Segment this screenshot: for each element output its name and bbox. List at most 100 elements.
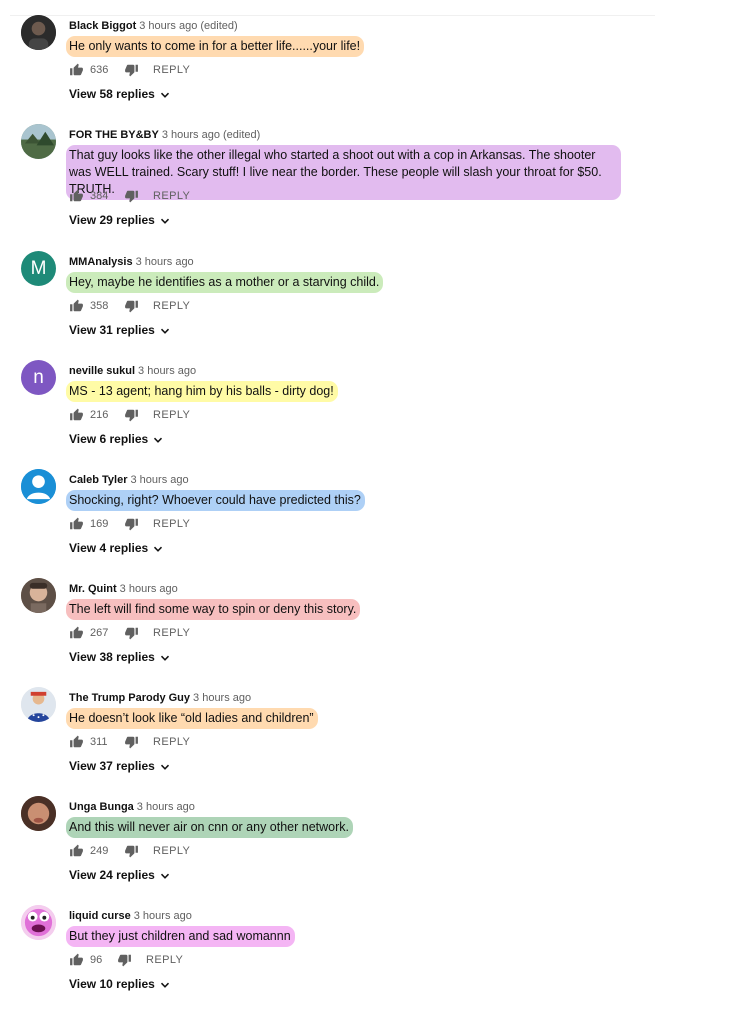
- comment-timestamp[interactable]: 3 hours ago (edited): [139, 20, 237, 32]
- comment-author[interactable]: Black Biggot: [69, 20, 136, 32]
- thumbs-up-icon[interactable]: [69, 735, 84, 749]
- comment-actions: 169 REPLY: [69, 516, 190, 532]
- avatar[interactable]: [21, 796, 56, 831]
- thumbs-down-icon[interactable]: [124, 735, 139, 749]
- chevron-down-icon: [160, 215, 170, 225]
- view-replies-button[interactable]: View 31 replies: [69, 323, 170, 337]
- thumbs-up-icon[interactable]: [69, 299, 84, 313]
- comment-text: He only wants to come in for a better li…: [66, 36, 365, 57]
- reply-button[interactable]: REPLY: [153, 190, 190, 202]
- comment-timestamp[interactable]: 3 hours ago: [120, 583, 178, 595]
- comment-timestamp[interactable]: 3 hours ago (edited): [162, 129, 260, 141]
- like-count: 358: [90, 300, 109, 312]
- reply-button[interactable]: REPLY: [146, 954, 183, 966]
- reply-button[interactable]: REPLY: [153, 627, 190, 639]
- avatar[interactable]: n: [21, 360, 56, 395]
- view-replies-button[interactable]: View 4 replies: [69, 541, 163, 555]
- like-count: 249: [90, 845, 109, 857]
- thumbs-up-icon[interactable]: [69, 953, 84, 967]
- thumbs-up-icon[interactable]: [69, 408, 84, 422]
- view-replies-label: View 58 replies: [69, 87, 155, 101]
- comment-actions: 267 REPLY: [69, 625, 190, 641]
- view-replies-label: View 31 replies: [69, 323, 155, 337]
- comment-text: Shocking, right? Whoever could have pred…: [66, 490, 365, 511]
- thumbs-up-icon[interactable]: [69, 189, 84, 203]
- view-replies-button[interactable]: View 38 replies: [69, 650, 170, 664]
- comment-actions: 96 REPLY: [69, 952, 183, 968]
- comment-author[interactable]: Caleb Tyler: [69, 474, 128, 486]
- top-divider: [10, 15, 655, 16]
- view-replies-label: View 4 replies: [69, 541, 149, 555]
- comment-actions: 311 REPLY: [69, 734, 190, 750]
- chevron-down-icon: [160, 979, 170, 989]
- comment-timestamp[interactable]: 3 hours ago: [136, 256, 194, 268]
- avatar[interactable]: [21, 469, 56, 504]
- thumbs-down-icon[interactable]: [124, 189, 139, 203]
- thumbs-down-icon[interactable]: [124, 626, 139, 640]
- thumbs-down-icon[interactable]: [124, 299, 139, 313]
- comment-timestamp[interactable]: 3 hours ago: [131, 474, 189, 486]
- thumbs-up-icon[interactable]: [69, 63, 84, 77]
- thumbs-up-icon[interactable]: [69, 844, 84, 858]
- thumbs-down-icon[interactable]: [124, 844, 139, 858]
- thumbs-up-icon[interactable]: [69, 517, 84, 531]
- chevron-down-icon: [153, 543, 163, 553]
- comment-actions: 216 REPLY: [69, 407, 190, 423]
- comment-author[interactable]: Unga Bunga: [69, 801, 134, 813]
- comment-author[interactable]: MMAnalysis: [69, 256, 133, 268]
- comment-text: But they just children and sad womannn: [66, 926, 295, 947]
- reply-button[interactable]: REPLY: [153, 409, 190, 421]
- reply-button[interactable]: REPLY: [153, 736, 190, 748]
- comment-author[interactable]: neville sukul: [69, 365, 135, 377]
- comment: The Trump Parody Guy 3 hours ago He doesn…: [0, 687, 735, 802]
- chevron-down-icon: [160, 652, 170, 662]
- reply-button[interactable]: REPLY: [153, 300, 190, 312]
- reply-button[interactable]: REPLY: [153, 64, 190, 76]
- view-replies-button[interactable]: View 6 replies: [69, 432, 163, 446]
- comment-timestamp[interactable]: 3 hours ago: [193, 692, 251, 704]
- thumbs-down-icon[interactable]: [117, 953, 132, 967]
- view-replies-button[interactable]: View 10 replies: [69, 977, 170, 991]
- comment-author[interactable]: liquid curse: [69, 910, 131, 922]
- like-count: 384: [90, 190, 109, 202]
- avatar[interactable]: [21, 687, 56, 722]
- reply-button[interactable]: REPLY: [153, 845, 190, 857]
- like-count: 311: [90, 736, 108, 748]
- avatar[interactable]: [21, 578, 56, 613]
- avatar[interactable]: [21, 124, 56, 159]
- comment-text: He doesn’t look like “old ladies and chi…: [66, 708, 318, 729]
- comment-actions: 636 REPLY: [69, 62, 190, 78]
- reply-button[interactable]: REPLY: [153, 518, 190, 530]
- comment-actions: 384 REPLY: [69, 188, 190, 204]
- view-replies-button[interactable]: View 58 replies: [69, 87, 170, 101]
- chevron-down-icon: [160, 761, 170, 771]
- comment: Mr. Quint 3 hours ago The left will find …: [0, 578, 735, 693]
- view-replies-button[interactable]: View 24 replies: [69, 868, 170, 882]
- thumbs-down-icon[interactable]: [124, 517, 139, 531]
- thumbs-down-icon[interactable]: [124, 63, 139, 77]
- avatar[interactable]: M: [21, 251, 56, 286]
- thumbs-up-icon[interactable]: [69, 626, 84, 640]
- thumbs-down-icon[interactable]: [124, 408, 139, 422]
- comment-author[interactable]: Mr. Quint: [69, 583, 117, 595]
- comment-text: Hey, maybe he identifies as a mother or …: [66, 272, 384, 293]
- avatar[interactable]: [21, 905, 56, 940]
- view-replies-label: View 24 replies: [69, 868, 155, 882]
- view-replies-label: View 29 replies: [69, 213, 155, 227]
- avatar-initial: M: [30, 257, 47, 279]
- chevron-down-icon: [160, 325, 170, 335]
- like-count: 169: [90, 518, 109, 530]
- avatar-initial: n: [33, 366, 44, 388]
- comment-timestamp[interactable]: 3 hours ago: [138, 365, 196, 377]
- comment-timestamp[interactable]: 3 hours ago: [134, 910, 192, 922]
- comment-author[interactable]: The Trump Parody Guy: [69, 692, 190, 704]
- view-replies-label: View 37 replies: [69, 759, 155, 773]
- comment-author[interactable]: FOR THE BY&BY: [69, 129, 159, 141]
- chevron-down-icon: [153, 434, 163, 444]
- avatar[interactable]: [21, 15, 56, 50]
- comment: Black Biggot 3 hours ago (edited) He only…: [0, 15, 735, 130]
- view-replies-button[interactable]: View 37 replies: [69, 759, 170, 773]
- view-replies-label: View 10 replies: [69, 977, 155, 991]
- comment-timestamp[interactable]: 3 hours ago: [137, 801, 195, 813]
- view-replies-button[interactable]: View 29 replies: [69, 213, 170, 227]
